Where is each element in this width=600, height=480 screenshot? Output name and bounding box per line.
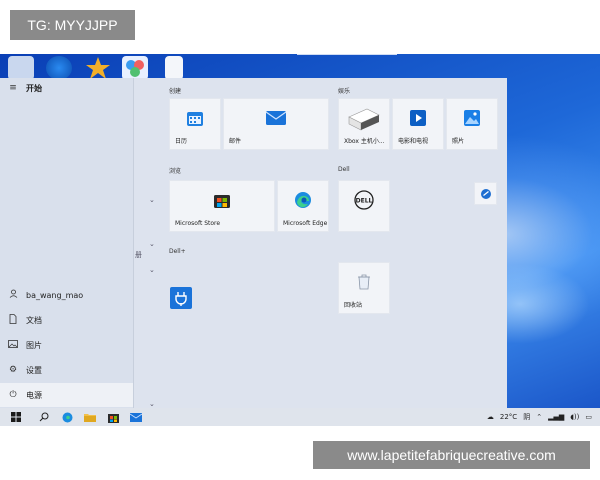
chevron-down-icon[interactable]: ⌄ xyxy=(149,266,155,274)
group-title-entertainment: 娱乐 xyxy=(338,88,351,95)
tile-label: Microsoft Edge xyxy=(283,220,328,227)
svg-text:DELL: DELL xyxy=(356,198,373,205)
hamburger-icon[interactable]: ≡ xyxy=(7,83,19,93)
volume-icon[interactable]: ◖)) xyxy=(570,413,579,421)
start-menu: ≡ 开始 ba_wang_mao 文档 图片 ⚙ 设置 ⏻ 电源 ⌄ 册 ⌄ ⌄… xyxy=(0,78,507,408)
weather-icon[interactable]: ☁ xyxy=(487,413,494,421)
menu-item-label: 电源 xyxy=(26,390,42,400)
taskbar: ☁ 22°C 阴 ⌃ ▂▄▆ ◖)) ▭ xyxy=(0,408,600,426)
edge-desktop-icon[interactable] xyxy=(46,56,72,80)
start-title: 开始 xyxy=(26,83,42,93)
tile-dell-power[interactable] xyxy=(169,287,193,313)
file-desktop-icon[interactable] xyxy=(165,56,183,80)
group-title-dell: Dell xyxy=(338,166,350,173)
tile-small-app[interactable] xyxy=(474,182,497,205)
tile-label: 回收站 xyxy=(344,302,363,309)
tile-label: Microsoft Store xyxy=(175,220,221,227)
tile-movies[interactable]: 电影和电视 xyxy=(392,98,444,150)
start-menu-header[interactable]: ≡ 开始 xyxy=(0,78,133,98)
menu-item-pictures[interactable]: 图片 xyxy=(0,333,133,357)
tile-photos[interactable]: 照片 xyxy=(446,98,498,150)
app-desktop-icon[interactable] xyxy=(122,56,148,80)
windows-start-icon[interactable] xyxy=(9,411,23,423)
group-title-browse: 浏览 xyxy=(169,168,182,175)
calendar-icon xyxy=(186,109,204,131)
tile-mail[interactable]: 邮件 xyxy=(223,98,329,150)
start-left-pane: ≡ 开始 ba_wang_mao 文档 图片 ⚙ 设置 ⏻ 电源 xyxy=(0,78,134,408)
star-desktop-icon[interactable] xyxy=(85,56,111,80)
recycle-bin-icon xyxy=(357,274,371,294)
tile-microsoft-edge[interactable]: Microsoft Edge xyxy=(277,180,329,232)
xbox-console-icon xyxy=(347,105,381,135)
search-icon[interactable] xyxy=(37,411,51,423)
tile-label: Xbox 主机小... xyxy=(344,138,385,145)
mail-taskbar-icon[interactable] xyxy=(129,411,143,423)
chevron-down-icon[interactable]: ⌄ xyxy=(149,196,155,204)
user-account[interactable]: ba_wang_mao xyxy=(0,283,133,307)
watermark-bottom: www.lapetitefabriquecreative.com xyxy=(313,441,590,469)
notification-icon[interactable]: ▭ xyxy=(585,413,592,421)
watermark-top: TG: MYYJJPP xyxy=(10,10,135,40)
menu-item-settings[interactable]: ⚙ 设置 xyxy=(0,358,133,382)
side-hint: 册 xyxy=(135,251,142,259)
chevron-up-icon[interactable]: ⌃ xyxy=(536,413,542,421)
tile-label: 邮件 xyxy=(229,138,242,145)
plug-icon xyxy=(170,287,192,313)
film-play-icon xyxy=(409,109,427,131)
weather-text[interactable]: 阴 xyxy=(523,412,530,422)
recycle-bin-desktop-icon[interactable] xyxy=(8,56,34,80)
tile-label: 日历 xyxy=(175,138,188,145)
tile-calendar[interactable]: 日历 xyxy=(169,98,221,150)
menu-item-documents[interactable]: 文档 xyxy=(0,308,133,332)
window-edge xyxy=(297,54,397,55)
pictures-icon xyxy=(7,339,19,351)
power-icon: ⏻ xyxy=(9,390,17,400)
tile-label: 照片 xyxy=(452,138,465,145)
tile-xbox[interactable]: Xbox 主机小... xyxy=(338,98,390,150)
group-title-dell-plus: Dell+ xyxy=(169,248,186,255)
small-app-icon xyxy=(480,184,491,203)
network-icon[interactable]: ▂▄▆ xyxy=(548,413,564,421)
chevron-down-icon[interactable]: ⌄ xyxy=(149,240,155,248)
tile-recycle-bin[interactable]: 回收站 xyxy=(338,262,390,314)
edge-icon xyxy=(294,191,312,213)
photo-icon xyxy=(463,109,481,131)
tiles-area: ⌄ 册 ⌄ ⌄ ⌄ 创建 娱乐 浏览 Dell Dell+ 日历 邮件 Xbox… xyxy=(133,78,507,408)
menu-item-label: 设置 xyxy=(26,365,42,375)
temperature-text[interactable]: 22°C xyxy=(500,413,517,421)
system-tray: ☁ 22°C 阴 ⌃ ▂▄▆ ◖)) ▭ xyxy=(481,408,592,426)
menu-item-label: 图片 xyxy=(26,340,42,350)
user-icon xyxy=(7,289,19,301)
file-explorer-icon[interactable] xyxy=(83,411,97,423)
document-icon xyxy=(7,313,19,327)
gear-icon: ⚙ xyxy=(8,365,18,375)
tile-label: 电影和电视 xyxy=(398,138,429,145)
store-icon xyxy=(213,191,231,213)
store-taskbar-icon[interactable] xyxy=(106,411,120,423)
edge-taskbar-icon[interactable] xyxy=(60,411,74,423)
user-name: ba_wang_mao xyxy=(26,290,84,300)
chevron-down-icon[interactable]: ⌄ xyxy=(149,400,155,408)
dell-logo-icon: DELL xyxy=(354,190,374,214)
group-title-create: 创建 xyxy=(169,88,182,95)
tile-dell[interactable]: DELL xyxy=(338,180,390,232)
menu-item-power[interactable]: ⏻ 电源 xyxy=(0,383,133,407)
tile-microsoft-store[interactable]: Microsoft Store xyxy=(169,180,275,232)
mail-icon xyxy=(265,110,287,130)
menu-item-label: 文档 xyxy=(26,315,42,325)
